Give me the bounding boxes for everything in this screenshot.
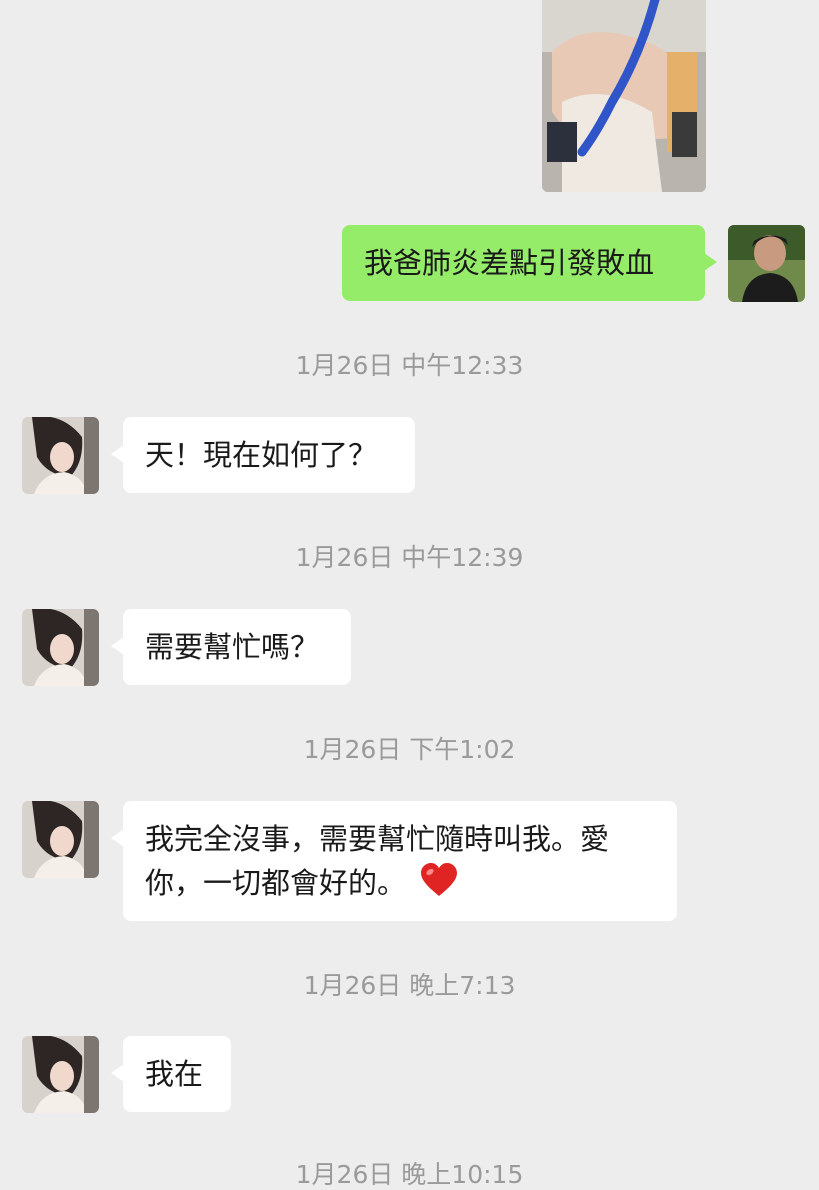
my-avatar[interactable] — [728, 225, 805, 302]
incoming-message-bubble[interactable]: 天！現在如何了？ — [111, 417, 415, 493]
contact-avatar[interactable] — [22, 1036, 99, 1113]
outgoing-message-bubble[interactable]: 我爸肺炎差點引發敗血 — [342, 225, 717, 301]
incoming-message-bubble[interactable]: 需要幫忙嗎？ — [111, 609, 351, 685]
message-text: 天！現在如何了？ — [145, 438, 378, 472]
message-text-line: 我完全沒事，需要幫忙隨時叫我。愛 — [145, 822, 610, 856]
message-timestamp: 1月26日 晚上7:13 — [303, 971, 516, 1000]
red-heart-icon — [420, 863, 458, 909]
contact-avatar[interactable] — [22, 801, 99, 878]
contact-avatar[interactable] — [22, 417, 99, 494]
message-text: 我爸肺炎差點引發敗血 — [364, 246, 655, 280]
message-timestamp: 1月26日 下午1:02 — [303, 735, 516, 764]
message-text: 需要幫忙嗎？ — [145, 630, 320, 664]
message-text-line: 你，一切都會好的。 — [145, 861, 677, 909]
message-timestamp: 1月26日 晚上10:15 — [295, 1160, 524, 1189]
incoming-message-bubble[interactable]: 我完全沒事，需要幫忙隨時叫我。愛 你，一切都會好的。 — [111, 801, 677, 921]
message-text: 我在 — [145, 1057, 204, 1091]
message-timestamp: 1月26日 中午12:33 — [295, 351, 524, 380]
sent-photo[interactable] — [542, 0, 706, 192]
incoming-message-bubble[interactable]: 我在 — [111, 1036, 231, 1112]
contact-avatar[interactable] — [22, 609, 99, 686]
message-timestamp: 1月26日 中午12:39 — [295, 543, 524, 572]
